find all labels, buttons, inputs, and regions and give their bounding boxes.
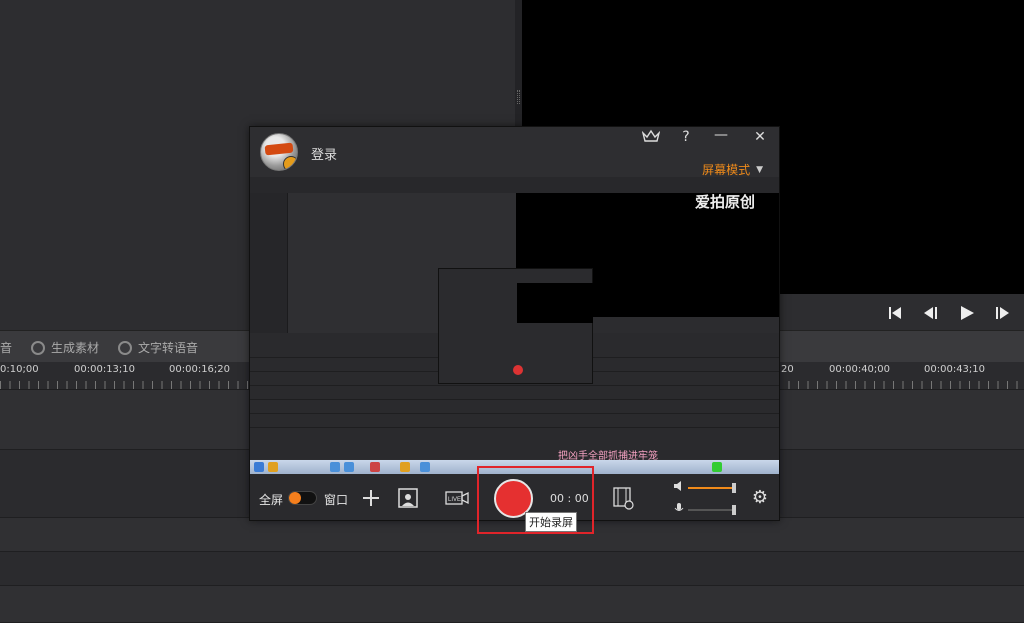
ruler-label: 00:00:13;10 bbox=[74, 364, 136, 375]
window-label[interactable]: 窗口 bbox=[324, 491, 348, 508]
mode-dropdown[interactable]: 屏幕模式 ▼ bbox=[702, 161, 763, 178]
next-frame-icon bbox=[996, 307, 1009, 319]
text-to-speech-label: 文字转语音 bbox=[138, 341, 199, 355]
toggle-knob bbox=[289, 492, 301, 504]
svg-text:LIVE: LIVE bbox=[448, 497, 461, 503]
generate-material-label: 生成素材 bbox=[51, 341, 100, 355]
chevron-down-icon: ▼ bbox=[756, 164, 763, 175]
ruler-label: 00:00:40;00 bbox=[829, 364, 891, 375]
fullscreen-label[interactable]: 全屏 bbox=[259, 491, 283, 508]
recorder-window: 登录 ? — ✕ 屏幕模式 ▼ 爱拍原创 把凶手全部抓捕进牢笼 全屏 窗口 LI… bbox=[249, 126, 780, 521]
gear-icon[interactable]: ⚙ bbox=[750, 487, 770, 508]
film-reel-icon bbox=[31, 340, 45, 355]
add-button[interactable] bbox=[361, 488, 381, 508]
video-list-button[interactable] bbox=[612, 486, 634, 510]
splitter-grip[interactable] bbox=[517, 90, 520, 104]
speech-icon bbox=[118, 340, 132, 355]
preview-track bbox=[250, 403, 779, 414]
portrait-frame-icon bbox=[398, 488, 418, 508]
close-button[interactable]: ✕ bbox=[750, 129, 770, 145]
record-tooltip: 开始录屏 bbox=[525, 512, 577, 532]
plus-icon bbox=[363, 490, 379, 506]
live-camera-icon: LIVE bbox=[445, 491, 469, 505]
taskbar-app-icon bbox=[330, 462, 340, 472]
generate-material-button[interactable]: 生成素材 bbox=[31, 339, 99, 356]
nested-recorder bbox=[438, 268, 593, 384]
minimize-button[interactable]: — bbox=[711, 127, 731, 143]
capture-preview: 爱拍原创 把凶手全部抓捕进牢笼 bbox=[250, 177, 779, 474]
ruler-label: 00:00:43;10 bbox=[924, 364, 986, 375]
recorder-header: 登录 ? — ✕ 屏幕模式 ▼ bbox=[250, 127, 779, 177]
film-icon bbox=[613, 487, 634, 510]
mic-volume-slider[interactable] bbox=[688, 505, 736, 515]
prev-frame-icon bbox=[924, 307, 937, 319]
prev-frame-button[interactable] bbox=[919, 302, 941, 324]
preview-track bbox=[250, 417, 779, 428]
live-button[interactable]: LIVE bbox=[445, 488, 469, 508]
timeline-track[interactable] bbox=[0, 552, 1024, 586]
help-button[interactable]: ? bbox=[676, 129, 696, 145]
avatar-band bbox=[264, 142, 294, 156]
avatar[interactable] bbox=[260, 133, 298, 171]
avatar-badge bbox=[283, 156, 297, 170]
timeline-track[interactable] bbox=[0, 586, 1024, 623]
microphone-icon bbox=[673, 502, 685, 514]
play-icon bbox=[961, 306, 974, 320]
next-frame-button[interactable] bbox=[992, 302, 1014, 324]
taskbar-app-icon bbox=[712, 462, 722, 472]
play-button[interactable] bbox=[956, 302, 978, 324]
volume-fill bbox=[688, 487, 734, 489]
login-link[interactable]: 登录 bbox=[311, 144, 337, 163]
mic-thumb[interactable] bbox=[732, 505, 736, 515]
taskbar-app-icon bbox=[420, 462, 430, 472]
taskbar-app-icon bbox=[370, 462, 380, 472]
camera-overlay-button[interactable] bbox=[397, 487, 419, 509]
nested-record-icon bbox=[513, 365, 523, 375]
ruler-label: 0:10;00 bbox=[0, 364, 39, 375]
speaker-icon bbox=[673, 480, 685, 492]
volume-thumb[interactable] bbox=[732, 483, 736, 493]
skip-start-button[interactable] bbox=[884, 302, 906, 324]
ruler-label: 00:00:16;20 bbox=[169, 364, 231, 375]
preview-sidebar bbox=[250, 193, 288, 333]
preview-logo: 爱拍原创 bbox=[695, 193, 756, 211]
crown-icon[interactable] bbox=[641, 129, 661, 147]
mode-label: 屏幕模式 bbox=[702, 163, 751, 177]
taskbar-app-icon bbox=[344, 462, 354, 472]
skip-start-icon bbox=[889, 307, 901, 319]
system-volume-slider[interactable] bbox=[688, 483, 736, 493]
toolbar-partial-label: 音 bbox=[0, 341, 13, 355]
toolbar-partial-item[interactable]: 音 bbox=[0, 339, 12, 356]
screen: 音 生成素材 文字转语音 0:10;00 00:00:13;10 00:00:1… bbox=[0, 0, 1024, 623]
fullscreen-window-toggle[interactable] bbox=[288, 491, 317, 505]
taskbar-app-icon bbox=[268, 462, 278, 472]
nested-preview bbox=[517, 283, 593, 323]
preview-track bbox=[250, 389, 779, 400]
taskbar-app-icon bbox=[254, 462, 264, 472]
ruler-label: 20 bbox=[781, 364, 794, 375]
text-to-speech-button[interactable]: 文字转语音 bbox=[118, 339, 198, 356]
taskbar-app-icon bbox=[400, 462, 410, 472]
